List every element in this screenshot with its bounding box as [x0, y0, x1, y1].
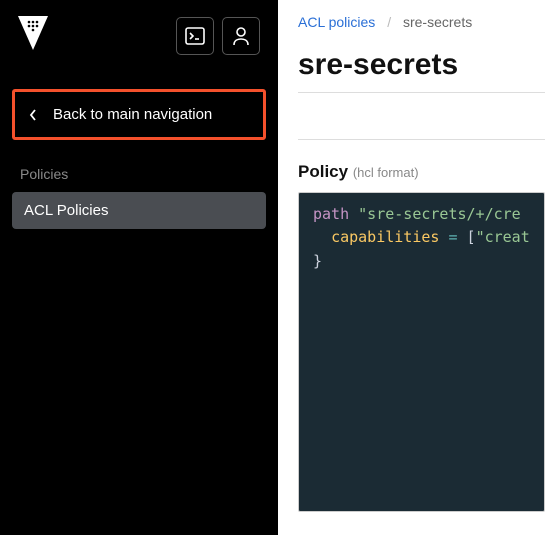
- breadcrumb-current: sre-secrets: [403, 14, 472, 30]
- code-punct: [: [467, 228, 476, 246]
- toolbar: [298, 92, 545, 140]
- chevron-left-icon: [29, 108, 37, 122]
- terminal-button[interactable]: [176, 17, 214, 55]
- main-content: ACL policies / sre-secrets sre-secrets P…: [278, 0, 545, 535]
- policy-code-editor[interactable]: path "sre-secrets/+/cre capabilities = […: [298, 192, 545, 512]
- code-string: "sre-secrets/+/cre: [358, 205, 521, 223]
- back-nav-label: Back to main navigation: [53, 106, 212, 123]
- breadcrumb: ACL policies / sre-secrets: [298, 14, 545, 30]
- vault-logo[interactable]: [18, 16, 48, 55]
- terminal-icon: [185, 27, 205, 45]
- page-title: sre-secrets: [298, 48, 545, 82]
- code-identifier: capabilities: [331, 228, 439, 246]
- breadcrumb-parent[interactable]: ACL policies: [298, 14, 375, 30]
- user-button[interactable]: [222, 17, 260, 55]
- code-punct: }: [313, 252, 322, 270]
- breadcrumb-separator: /: [387, 14, 391, 30]
- policy-heading: Policy (hcl format): [298, 162, 545, 182]
- policy-heading-text: Policy: [298, 162, 348, 181]
- back-to-main-nav[interactable]: Back to main navigation: [12, 89, 266, 140]
- header-actions: [176, 17, 260, 55]
- sidebar-section-label: Policies: [12, 166, 266, 192]
- code-string: "creat: [476, 228, 530, 246]
- user-icon: [232, 26, 250, 46]
- sidebar-item-acl-policies[interactable]: ACL Policies: [12, 192, 266, 229]
- code-keyword: path: [313, 205, 349, 223]
- policy-format-hint: (hcl format): [353, 165, 419, 180]
- sidebar-header: [12, 12, 266, 59]
- code-operator: =: [439, 228, 466, 246]
- sidebar: Back to main navigation Policies ACL Pol…: [0, 0, 278, 535]
- sidebar-item-label: ACL Policies: [24, 202, 108, 219]
